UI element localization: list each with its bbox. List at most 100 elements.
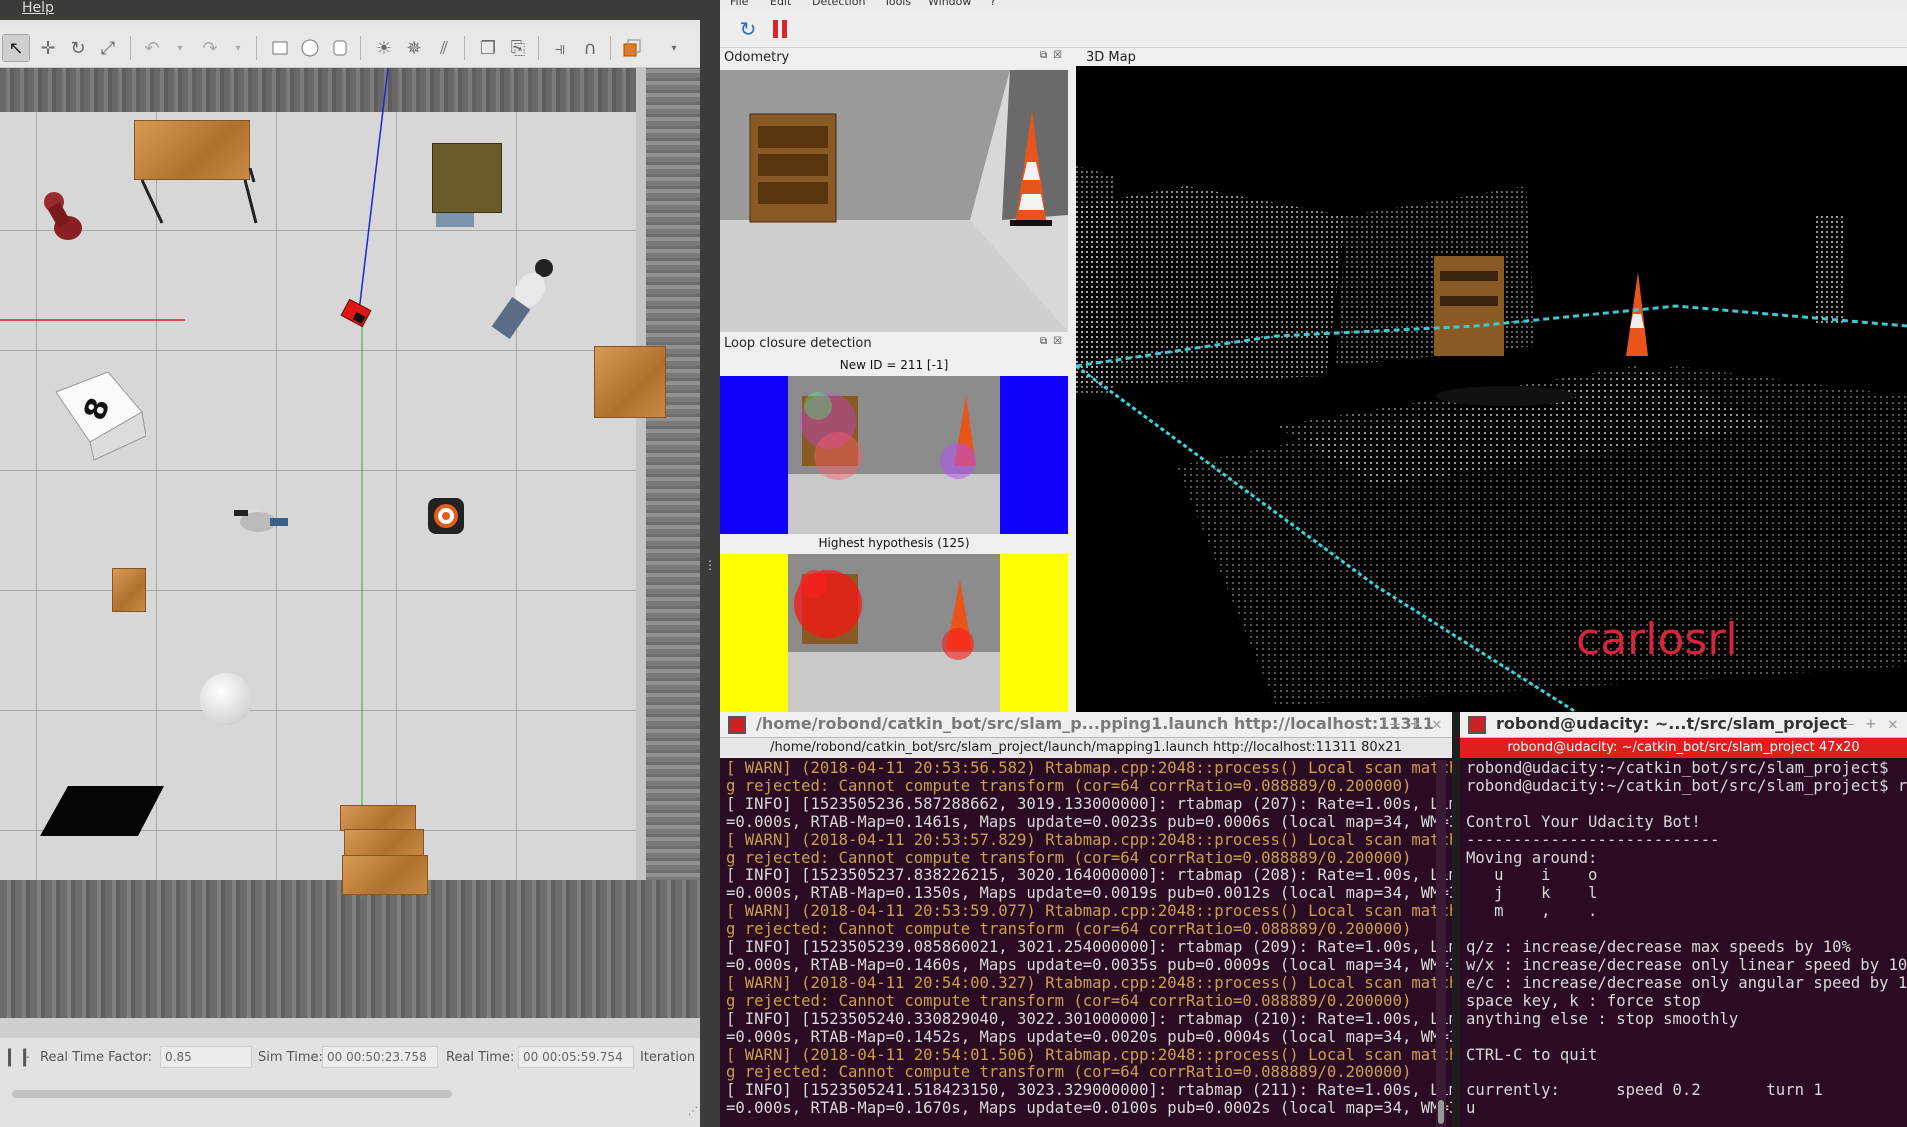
translate-icon[interactable]: ✛ xyxy=(34,34,62,62)
paste-icon[interactable]: ⎘ xyxy=(504,34,532,62)
terminal-left-scrollbar[interactable] xyxy=(1436,760,1446,1127)
terminal-line: =0.000s, RTAB-Map=0.1670s, Maps update=0… xyxy=(726,1099,1452,1118)
terminal-right-tab[interactable]: robond@udacity: ~/catkin_bot/src/slam_pr… xyxy=(1460,738,1907,758)
robot[interactable] xyxy=(340,298,374,328)
terminal-line: currently: speed 0.2 turn 1 xyxy=(1466,1081,1823,1100)
maximize-icon[interactable]: + xyxy=(1410,714,1420,733)
small-box[interactable] xyxy=(112,568,146,612)
bookshelf-side[interactable] xyxy=(594,346,666,418)
odometry-camera-view xyxy=(720,70,1068,332)
map-watermark: carlosrl xyxy=(1576,614,1738,665)
maximize-icon[interactable]: + xyxy=(1866,714,1876,733)
copy-icon[interactable]: ❐ xyxy=(474,34,502,62)
menu-edit[interactable]: Edit xyxy=(770,0,791,8)
map-3d-view[interactable]: carlosrl xyxy=(1076,66,1907,712)
stacked-boxes[interactable] xyxy=(340,805,430,905)
snap-icon[interactable]: ∩ xyxy=(576,34,604,62)
redo-dropdown-icon[interactable]: ▾ xyxy=(224,34,252,62)
chess-piece[interactable] xyxy=(40,188,82,240)
loop-hypothesis-image xyxy=(720,554,1068,712)
terminal-line: robond@udacity:~/catkin_bot/src/slam_pro… xyxy=(1466,776,1907,795)
terminal-line: [ INFO] [1523505236.587288662, 3019.1330… xyxy=(726,794,1452,813)
view-angle-icon[interactable] xyxy=(618,34,646,62)
terminal-line: g rejected: Cannot compute transform (co… xyxy=(726,776,1412,795)
terminal-line: g rejected: Cannot compute transform (co… xyxy=(726,1063,1412,1082)
terminal-line: [ WARN] (2018-04-11 20:53:57.829) Rtabma… xyxy=(726,830,1452,849)
minimize-icon[interactable]: – xyxy=(1390,714,1400,733)
gazebo-toolbar: ↖ ✛ ↻ ⤢ ↶ ▾ ↷ ▾ ☀ ✵ ⫽ ❐ ⎘ ⫣ ∩ ▾ xyxy=(0,28,700,68)
panel-float-icon[interactable]: ⧉ xyxy=(1040,336,1047,347)
terminal-left-tab[interactable]: /home/robond/catkin_bot/src/slam_project… xyxy=(720,738,1452,758)
rotate-icon[interactable]: ↻ xyxy=(64,34,92,62)
menu-detection[interactable]: Detection xyxy=(812,0,865,8)
resize-grip-icon[interactable]: ⋰ xyxy=(688,1106,698,1117)
horizontal-scrollbar[interactable] xyxy=(12,1090,452,1098)
panel-float-icon[interactable]: ⧉ xyxy=(1040,50,1047,61)
terminal-line: [ WARN] (2018-04-11 20:54:01.506) Rtabma… xyxy=(726,1045,1452,1064)
terminal-line: [ WARN] (2018-04-11 20:54:00.327) Rtabma… xyxy=(726,973,1452,992)
terminal-teleop[interactable]: robond@udacity: ~...t/src/slam_project –… xyxy=(1460,712,1907,1127)
panel-close-icon[interactable]: ☒ xyxy=(1053,50,1062,61)
align-icon[interactable]: ⫣ xyxy=(546,34,574,62)
menu-window[interactable]: Window xyxy=(928,0,971,8)
redo-icon[interactable]: ↷ xyxy=(196,34,224,62)
menu-tools[interactable]: Tools xyxy=(884,0,911,8)
step-icon[interactable]: ‐ xyxy=(26,1052,30,1063)
rtf-value: 0.85 xyxy=(160,1046,252,1068)
toolbar-separator xyxy=(130,36,131,60)
cylinder-icon[interactable] xyxy=(326,34,354,62)
traffic-cone-top[interactable] xyxy=(428,498,464,534)
terminal-line: g rejected: Cannot compute transform (co… xyxy=(726,848,1412,867)
axis-lines xyxy=(0,68,389,898)
menu-help[interactable]: ? xyxy=(990,0,996,8)
person-walking[interactable] xyxy=(232,498,292,543)
cabinet[interactable] xyxy=(432,143,502,213)
menu-help[interactable]: Help xyxy=(22,0,54,16)
splitter-grip-icon[interactable]: ⋮ xyxy=(704,558,716,572)
refresh-icon[interactable]: ↻ xyxy=(734,15,762,43)
close-icon[interactable]: ✕ xyxy=(1432,714,1442,733)
directional-light-icon[interactable]: ⫽ xyxy=(430,34,458,62)
box-icon[interactable] xyxy=(266,34,294,62)
scale-icon[interactable]: ⤢ xyxy=(94,34,122,62)
terminal-line: [ INFO] [1523505240.330829040, 3022.3010… xyxy=(726,1009,1452,1028)
terminal-icon xyxy=(728,716,746,734)
undo-dropdown-icon[interactable]: ▾ xyxy=(166,34,194,62)
rtf-label: Real Time Factor: xyxy=(40,1050,153,1065)
toolbar-separator xyxy=(256,36,257,60)
terminal-line: [ INFO] [1523505237.838226215, 3020.1640… xyxy=(726,866,1452,885)
terminal-line: m , . xyxy=(1466,902,1598,921)
rtabmap-menubar: File Edit Detection Tools Window ? xyxy=(720,0,1907,10)
numbered-cube[interactable]: 8 xyxy=(50,371,147,461)
select-arrow-icon[interactable]: ↖ xyxy=(2,34,30,62)
person-standing[interactable] xyxy=(490,256,560,346)
gazebo-window: Help ↖ ✛ ↻ ⤢ ↶ ▾ ↷ ▾ ☀ ✵ ⫽ ❐ ⎘ ⫣ ∩ ▾ 8 ❙… xyxy=(0,0,700,1127)
sphere[interactable] xyxy=(200,673,252,725)
spot-light-icon[interactable]: ✵ xyxy=(400,34,428,62)
loop-highest-hypothesis: Highest hypothesis (125) xyxy=(818,536,970,550)
gazebo-3d-viewport[interactable]: 8 xyxy=(0,68,700,1038)
close-icon[interactable]: ✕ xyxy=(1888,714,1898,733)
terminal-line: CTRL-C to quit xyxy=(1466,1045,1598,1064)
terminal-right-title: robond@udacity: ~...t/src/slam_project xyxy=(1460,712,1907,738)
toolbar-separator xyxy=(360,36,361,60)
toolbar-separator xyxy=(610,36,611,60)
terminal-line: [ INFO] [1523505239.085860021, 3021.2540… xyxy=(726,938,1452,957)
minimize-icon[interactable]: – xyxy=(1844,714,1854,733)
undo-icon[interactable]: ↶ xyxy=(138,34,166,62)
terminal-roslaunch[interactable]: /home/robond/catkin_bot/src/slam_p...ppi… xyxy=(720,712,1452,1127)
terminal-right-output: robond@udacity:~/catkin_bot/src/slam_pro… xyxy=(1466,759,1907,1118)
toolbar-overflow-icon[interactable]: ▾ xyxy=(660,34,688,62)
sphere-icon[interactable] xyxy=(296,34,324,62)
loop-closure-panel-title: Loop closure detection xyxy=(724,336,872,351)
wall-bottom-edge xyxy=(0,1018,700,1038)
terminal-right-title-text: robond@udacity: ~...t/src/slam_project xyxy=(1496,714,1847,733)
panel-close-icon[interactable]: ☒ xyxy=(1053,336,1062,347)
pause-icon[interactable] xyxy=(766,15,794,43)
point-light-icon[interactable]: ☀ xyxy=(370,34,398,62)
menu-file[interactable]: File xyxy=(730,0,748,8)
terminal-line: =0.000s, RTAB-Map=0.1461s, Maps update=0… xyxy=(726,812,1452,831)
